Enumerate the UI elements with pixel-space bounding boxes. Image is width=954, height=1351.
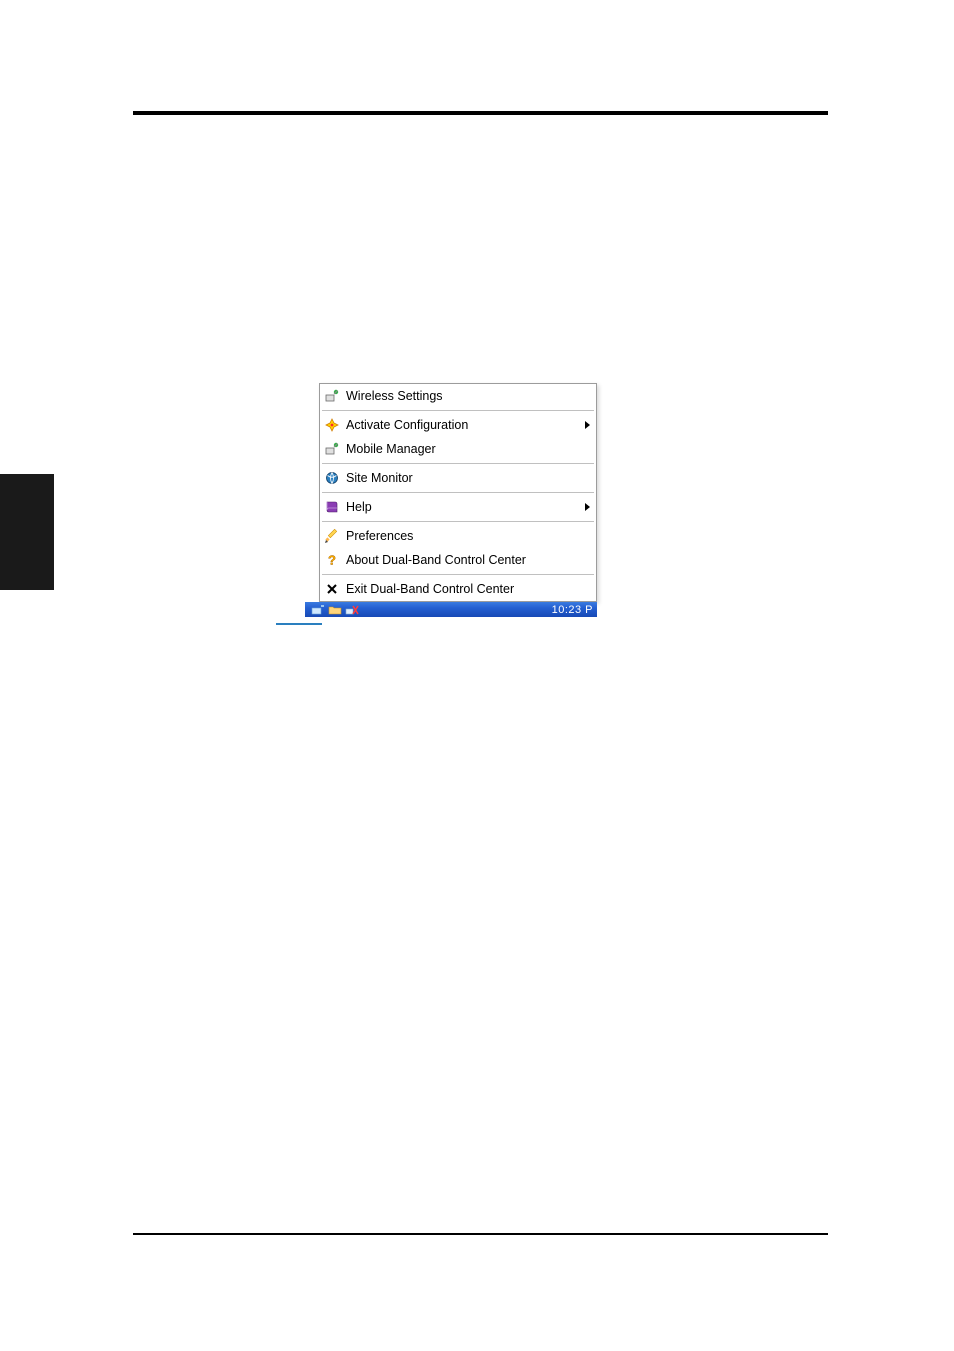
- menu-item-activate-configuration[interactable]: Activate Configuration: [320, 413, 596, 437]
- document-page: Wireless Settings Activate Configuration: [0, 0, 954, 1351]
- taskbar-clock: 10:23 P: [552, 604, 593, 616]
- menu-item-label: Exit Dual-Band Control Center: [346, 582, 590, 596]
- system-tray: [311, 604, 359, 616]
- menu-item-label: Site Monitor: [346, 471, 590, 485]
- menu-item-site-monitor[interactable]: Site Monitor: [320, 466, 596, 490]
- submenu-arrow-icon: [585, 503, 590, 511]
- menu-item-wireless-settings[interactable]: Wireless Settings: [320, 384, 596, 408]
- menu-item-label: Wireless Settings: [346, 389, 590, 403]
- menu-item-label: About Dual-Band Control Center: [346, 553, 590, 567]
- menu-item-exit[interactable]: Exit Dual-Band Control Center: [320, 577, 596, 601]
- menu-item-label: Mobile Manager: [346, 442, 590, 456]
- tray-folder-icon[interactable]: [328, 604, 342, 616]
- callout-pointer-line: [276, 623, 322, 625]
- taskbar: 10:23 P: [305, 602, 597, 617]
- menu-item-label: Preferences: [346, 529, 590, 543]
- preferences-pencil-icon: [324, 528, 340, 544]
- exit-x-icon: [324, 581, 340, 597]
- menu-separator: [322, 492, 594, 493]
- tray-network-card-icon[interactable]: [311, 604, 325, 616]
- mobile-manager-icon: [324, 441, 340, 457]
- help-book-icon: [324, 499, 340, 515]
- menu-separator: [322, 521, 594, 522]
- menu-item-label: Activate Configuration: [346, 418, 579, 432]
- screenshot-figure: Wireless Settings Activate Configuration: [277, 383, 597, 633]
- header-rule: [133, 111, 828, 115]
- about-question-icon: ?: [324, 552, 340, 568]
- wireless-settings-icon: [324, 388, 340, 404]
- svg-text:?: ?: [328, 553, 336, 568]
- submenu-arrow-icon: [585, 421, 590, 429]
- activate-config-icon: [324, 417, 340, 433]
- context-menu: Wireless Settings Activate Configuration: [319, 383, 597, 602]
- tray-wireless-disconnected-icon[interactable]: [345, 604, 359, 616]
- menu-item-mobile-manager[interactable]: Mobile Manager: [320, 437, 596, 461]
- menu-item-label: Help: [346, 500, 579, 514]
- menu-separator: [322, 574, 594, 575]
- menu-item-preferences[interactable]: Preferences: [320, 524, 596, 548]
- footer-rule: [133, 1233, 828, 1235]
- menu-separator: [322, 410, 594, 411]
- menu-separator: [322, 463, 594, 464]
- site-monitor-icon: [324, 470, 340, 486]
- menu-item-help[interactable]: Help: [320, 495, 596, 519]
- section-side-tab: [0, 474, 54, 590]
- menu-item-about[interactable]: ? About Dual-Band Control Center: [320, 548, 596, 572]
